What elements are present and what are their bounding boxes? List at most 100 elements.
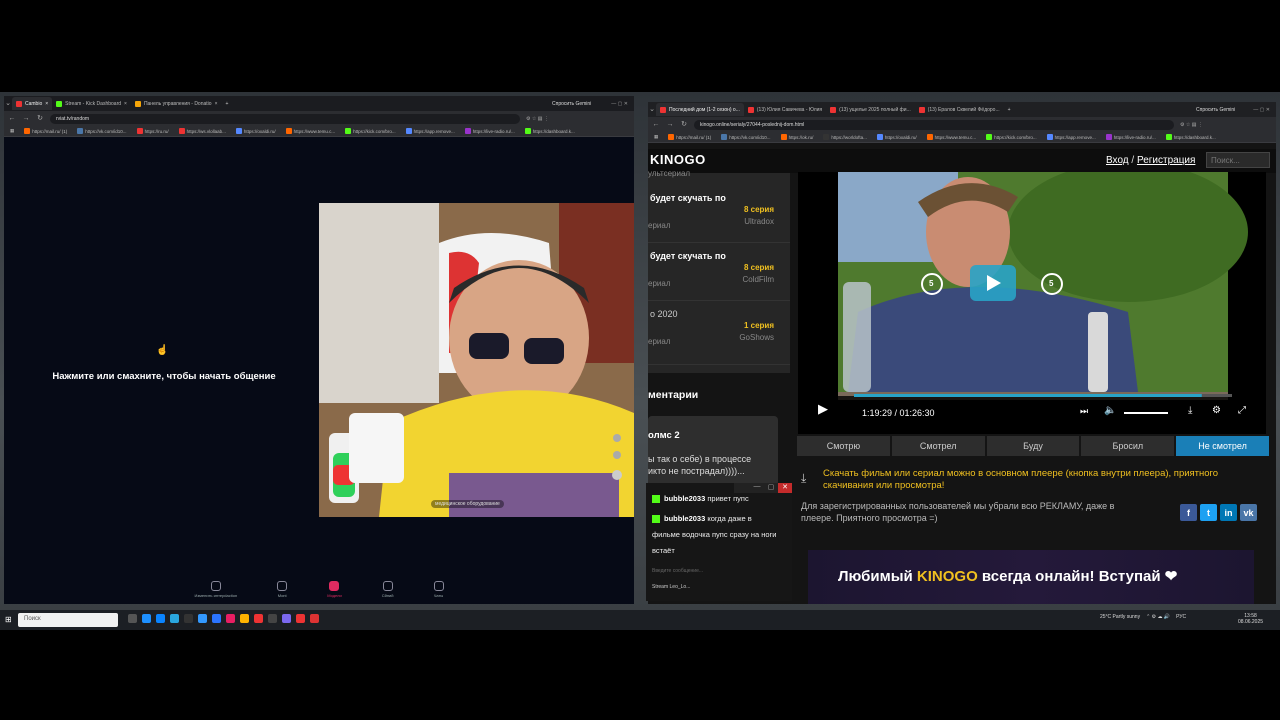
promo-banner[interactable]: Любимый KINOGO всегда онлайн! Вступай ❤ bbox=[808, 550, 1254, 604]
back-icon[interactable]: ← bbox=[8, 115, 16, 123]
bookmark[interactable]: https://ws.vlollaab... bbox=[178, 128, 226, 134]
chat-input[interactable]: Введите сообщение... bbox=[652, 568, 786, 580]
volume-slider[interactable] bbox=[1124, 412, 1168, 414]
status-watching-button[interactable]: Смотрю bbox=[797, 436, 890, 456]
tiktok-icon[interactable] bbox=[226, 614, 235, 623]
task-view-icon[interactable] bbox=[128, 614, 137, 623]
bookmark[interactable]: https://dashboard.k... bbox=[1165, 134, 1216, 140]
status-watched-button[interactable]: Смотрел bbox=[891, 436, 985, 456]
bookmark[interactable]: https://live-radio.ru/... bbox=[464, 128, 515, 134]
weather-widget[interactable]: 25°C Partly sunny bbox=[1100, 614, 1140, 620]
clock[interactable]: 13:58 08.06.2025 bbox=[1238, 613, 1263, 625]
bookmark[interactable]: https://www.temu.c... bbox=[285, 128, 335, 134]
bookmark[interactable]: https://oxaldi.ru/ bbox=[876, 134, 917, 140]
status-will-watch-button[interactable]: Буду bbox=[986, 436, 1080, 456]
right-tab-3[interactable]: (13) ущелье 2025 полный фи... bbox=[826, 103, 915, 116]
start-chat-prompt[interactable]: Нажмите или смахните, чтобы начать общен… bbox=[44, 371, 284, 382]
minimize-icon[interactable]: — bbox=[750, 483, 764, 493]
gemini-button[interactable]: Спросить Gemini bbox=[552, 101, 591, 107]
bookmark[interactable]: https://live-radio.ru/... bbox=[1105, 134, 1156, 140]
window-controls[interactable]: — ▢ ✕ bbox=[1253, 107, 1270, 113]
forward-icon[interactable]: 5 bbox=[1049, 279, 1053, 288]
maximize-icon[interactable]: ▢ bbox=[764, 483, 778, 493]
edge-icon[interactable] bbox=[142, 614, 151, 623]
close-icon[interactable]: × bbox=[45, 101, 48, 107]
play-icon[interactable]: ▶ bbox=[818, 401, 828, 417]
tab-menu-icon[interactable]: ⌄ bbox=[4, 100, 12, 108]
facebook-icon[interactable]: f bbox=[1180, 504, 1197, 521]
url-field[interactable]: rviat.tv/random bbox=[50, 113, 520, 124]
tray-icons[interactable]: ⌃ ⚙ ☁ 🔊 bbox=[1146, 614, 1170, 620]
tab-menu-icon[interactable]: ⌄ bbox=[648, 106, 656, 114]
settings-icon[interactable]: ⚙ bbox=[1212, 405, 1221, 416]
taskbar-search-input[interactable]: Поиск bbox=[18, 613, 118, 627]
bookmark[interactable]: https://dashboard.k... bbox=[524, 128, 575, 134]
download-icon[interactable]: ⤓ bbox=[1188, 405, 1192, 416]
app-icon[interactable] bbox=[254, 614, 263, 623]
forward-icon[interactable]: → bbox=[666, 121, 674, 129]
folder-icon[interactable] bbox=[240, 614, 249, 623]
bookmark[interactable]: https://kick.com/bro... bbox=[345, 128, 396, 134]
bookmark[interactable]: https://vk.com/id10... bbox=[77, 128, 127, 134]
left-tab-1[interactable]: Cambio × bbox=[12, 97, 53, 110]
chrome-icon[interactable] bbox=[296, 614, 305, 623]
chat-username[interactable]: bubble2033 bbox=[664, 494, 705, 503]
next-icon[interactable]: ⏭ bbox=[1080, 406, 1088, 417]
apps-icon[interactable]: ▦ bbox=[10, 128, 14, 134]
sidebar-item[interactable]: о 2020 1 серия GoShows ериал bbox=[648, 301, 790, 365]
app-icon[interactable] bbox=[184, 614, 193, 623]
extensions-icons[interactable]: ⚙ ☆ ▤ ⋮ bbox=[526, 116, 549, 122]
right-tab-1[interactable]: Последний дом (1-2 сезон) о... bbox=[656, 103, 744, 116]
reload-icon[interactable]: ↻ bbox=[680, 121, 688, 129]
right-tab-4[interactable]: (13) Ералов Сквелий Фёдоро... bbox=[915, 103, 1004, 116]
close-icon[interactable]: ✕ bbox=[778, 483, 792, 493]
reload-icon[interactable]: ↻ bbox=[36, 115, 44, 123]
video-player[interactable]: 5 5 ▶ 1:19:29 / 01:26:30 ⏭ 🔈 ⤓ ⚙ ⤢ bbox=[798, 172, 1266, 434]
status-not-watched-button[interactable]: Не смотрел bbox=[1176, 436, 1269, 456]
telegram-icon[interactable] bbox=[170, 614, 179, 623]
app-icon[interactable] bbox=[212, 614, 221, 623]
back-icon[interactable]: ← bbox=[652, 121, 660, 129]
bookmark[interactable]: https://www.temu.c... bbox=[926, 134, 976, 140]
linkedin-icon[interactable]: in bbox=[1220, 504, 1237, 521]
nav-item[interactable]: Сйний bbox=[382, 580, 394, 598]
bookmark[interactable]: https://oxaldi.ru/ bbox=[235, 128, 276, 134]
new-tab-button[interactable]: + bbox=[1008, 107, 1011, 113]
window-controls[interactable]: — ▢ ✕ bbox=[611, 101, 628, 107]
bookmark[interactable]: https://mail.ru/ (1) bbox=[668, 134, 711, 140]
close-icon[interactable]: × bbox=[215, 101, 218, 107]
url-field[interactable]: kinogo.online/serialy/27044-poslednij-do… bbox=[694, 119, 1174, 130]
sidebar-item[interactable]: будет скучать по 8 серия ColdFilm ериал bbox=[648, 243, 790, 301]
site-search-input[interactable]: Поиск... bbox=[1206, 152, 1270, 168]
close-icon[interactable]: × bbox=[124, 101, 127, 107]
extensions-icons[interactable]: ⚙ ☆ ▤ ⋮ bbox=[1180, 122, 1203, 128]
nav-item[interactable]: Чаты bbox=[433, 580, 444, 598]
nav-item[interactable]: Модели bbox=[327, 580, 342, 598]
windows-start-icon[interactable]: ⊞ bbox=[5, 615, 12, 624]
chrome-icon[interactable] bbox=[310, 614, 319, 623]
bookmark[interactable]: https://ru.ru/ bbox=[136, 128, 169, 134]
right-tab-2[interactable]: (13) Юлия Савичева - Юлия bbox=[744, 103, 826, 116]
sidebar-item[interactable]: будет скучать по 8 серия Ultradox ериал bbox=[648, 185, 790, 243]
twitter-icon[interactable]: t bbox=[1200, 504, 1217, 521]
app-icon[interactable] bbox=[282, 614, 291, 623]
app-icon[interactable] bbox=[268, 614, 277, 623]
language-indicator[interactable]: РУС bbox=[1176, 614, 1186, 620]
left-tab-3[interactable]: Панель управления - Donatio × bbox=[131, 97, 222, 110]
apps-icon[interactable]: ▦ bbox=[654, 134, 658, 140]
nav-item[interactable]: Mont bbox=[277, 580, 288, 598]
left-tab-2[interactable]: Stream - Kick Dashboard × bbox=[52, 97, 131, 110]
new-tab-button[interactable]: + bbox=[225, 101, 228, 107]
bookmark[interactable]: https://ok.ru/ bbox=[780, 134, 813, 140]
nav-item[interactable]: Изменить интерdaction bbox=[194, 580, 237, 598]
rewind-icon[interactable]: 5 bbox=[929, 279, 933, 288]
gemini-button[interactable]: Спросить Gemini bbox=[1196, 107, 1235, 113]
forward-icon[interactable]: → bbox=[22, 115, 30, 123]
app-icon[interactable] bbox=[198, 614, 207, 623]
fullscreen-icon[interactable]: ⤢ bbox=[1238, 405, 1246, 416]
chat-username[interactable]: bubble2033 bbox=[664, 514, 705, 523]
volume-icon[interactable]: 🔈 bbox=[1104, 405, 1116, 416]
bookmark[interactable]: https://mail.ru/ (1) bbox=[24, 128, 67, 134]
bookmark[interactable]: https://vk.com/id10... bbox=[721, 134, 771, 140]
comment-author[interactable]: олмс 2 bbox=[648, 430, 680, 441]
